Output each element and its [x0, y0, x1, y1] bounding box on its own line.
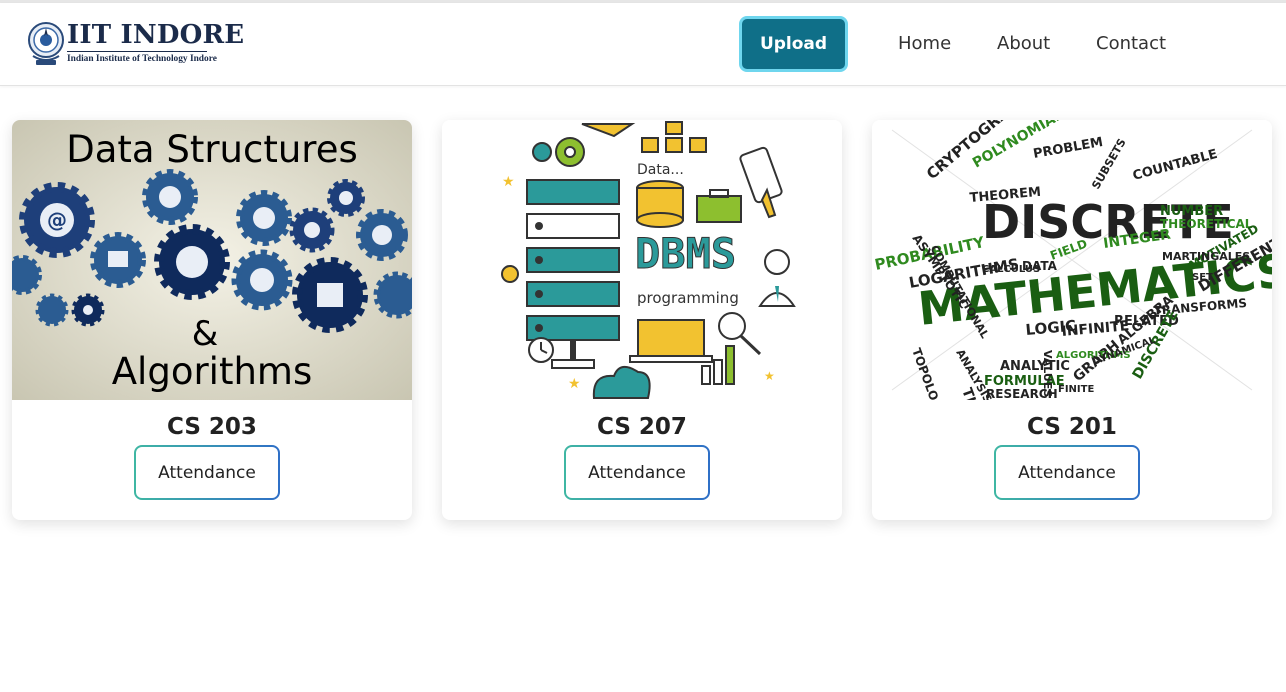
gear-icon: [327, 179, 365, 217]
programming-label: programming: [637, 289, 739, 307]
nav-link-about[interactable]: About: [997, 33, 1050, 54]
gear-icon: [532, 142, 552, 162]
upload-button[interactable]: Upload: [739, 16, 848, 72]
attendance-button-label: Attendance: [566, 447, 708, 498]
brand-divider: [67, 51, 207, 52]
brand-title: IIT INDORE: [67, 20, 245, 50]
gear-icon: [236, 190, 292, 246]
attendance-button-label: Attendance: [136, 447, 278, 498]
gear-icon: [356, 209, 408, 261]
word-cloud-word: ANALYTIC: [1000, 359, 1070, 374]
course-image-discrete: DISCRETE MATHEMATICS PROBABILITY LOGARITHMS…: [872, 120, 1272, 400]
word-cloud-word: THEORETICAL: [1160, 217, 1253, 231]
course-card-cs201: DISCRETE MATHEMATICS PROBABILITY LOGARITHMS…: [872, 120, 1272, 520]
word-cloud-word: CALCULUS: [982, 264, 1040, 275]
word-cloud-illustration: DISCRETEMATHEMATICSPROBABILITYLOGARITHMS…: [872, 120, 1272, 400]
gear-icon: [71, 293, 105, 327]
course-card-cs203: @ Data Structures & Algorithms CS 203 At…: [12, 120, 412, 520]
image-line-1: Data Structures: [66, 128, 358, 171]
gear-icon: [501, 265, 519, 283]
star-icon: ★: [502, 174, 515, 190]
word-cloud-word: SET: [1192, 272, 1213, 283]
svg-text:@: @: [47, 208, 67, 232]
brand-subtitle: Indian Institute of Technology Indore: [67, 54, 217, 64]
word-cloud-word: MARTINGALES: [1162, 250, 1250, 263]
clock-icon: [528, 337, 554, 363]
attendance-button[interactable]: Attendance: [994, 445, 1140, 500]
gear-icon: [142, 169, 198, 225]
nav-link-home[interactable]: Home: [898, 33, 951, 54]
attendance-button[interactable]: Attendance: [564, 445, 710, 500]
nav-link-contact[interactable]: Contact: [1096, 33, 1166, 54]
gear-icon: [35, 293, 69, 327]
gear-icon: [90, 232, 146, 288]
word-cloud-word: VALUES: [1041, 350, 1054, 397]
image-line-3: Algorithms: [112, 350, 312, 393]
star-icon: ★: [764, 369, 775, 383]
dbms-label: DBMS: [635, 229, 736, 278]
word-cloud-word: FINITE: [1058, 384, 1094, 395]
course-code: CS 201: [1027, 414, 1117, 440]
data-label: Data...: [637, 162, 684, 178]
gear-icon: @: [19, 182, 95, 258]
gear-icon: [154, 224, 230, 300]
course-card-cs207: DBMS programming Data... ★ ★ ★ CS 207 At…: [442, 120, 842, 520]
attendance-button[interactable]: Attendance: [134, 445, 280, 500]
dsa-illustration: @ Data Structures & Algorithms: [12, 120, 412, 400]
database-icon: [636, 180, 684, 228]
gear-icon: [12, 255, 42, 295]
gear-icon: [231, 249, 293, 311]
dbms-illustration: DBMS programming Data... ★ ★ ★: [442, 120, 842, 400]
course-image-dsa: @ Data Structures & Algorithms: [12, 120, 412, 400]
gear-icon: [289, 207, 335, 253]
gear-icon: [555, 137, 585, 167]
gear-icon: [292, 257, 368, 333]
course-code: CS 207: [597, 414, 687, 440]
navbar: IIT INDORE Indian Institute of Technolog…: [0, 3, 1286, 86]
course-image-dbms: DBMS programming Data... ★ ★ ★: [442, 120, 842, 400]
course-code: CS 203: [167, 414, 257, 440]
brand-logo[interactable]: IIT INDORE Indian Institute of Technolog…: [27, 18, 244, 70]
laptop-icon: [629, 319, 713, 363]
institute-emblem-icon: [28, 22, 64, 65]
attendance-button-label: Attendance: [996, 447, 1138, 498]
star-icon: ★: [568, 376, 581, 392]
image-line-2: &: [192, 314, 219, 354]
